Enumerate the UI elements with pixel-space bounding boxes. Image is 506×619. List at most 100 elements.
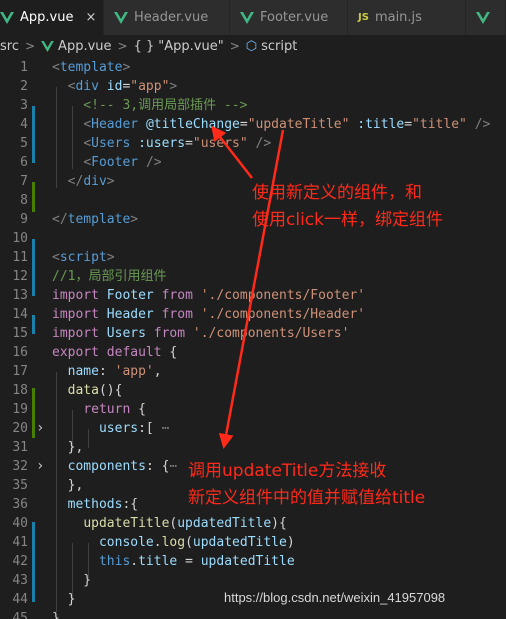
- code-text: <template>: [52, 60, 131, 75]
- code-text: export default {: [52, 345, 178, 360]
- code-text: return {: [83, 402, 146, 417]
- code-line[interactable]: 5 <Users :users="users" />: [0, 134, 506, 153]
- line-number: 14: [12, 307, 28, 322]
- code-text: },: [52, 478, 84, 493]
- vue-icon: [114, 11, 128, 24]
- line-number: 10: [12, 231, 28, 246]
- line-number: 15: [12, 326, 28, 341]
- code-line[interactable]: 14 import Header from './components/Head…: [0, 305, 506, 324]
- line-number: 42: [12, 554, 28, 569]
- line-number: 11: [12, 250, 28, 265]
- vue-icon: [240, 11, 254, 24]
- code-text: <Footer />: [83, 155, 162, 170]
- watermark: https://blog.csdn.net/weixin_41957098: [224, 590, 446, 605]
- code-text: }: [52, 592, 76, 607]
- code-line[interactable]: 18 data(){: [0, 381, 506, 400]
- code-line[interactable]: 20 › users:[ ⋯: [0, 419, 506, 438]
- code-text: name: 'app',: [67, 364, 162, 379]
- code-line[interactable]: 12 //1，局部引用组件: [0, 267, 506, 286]
- line-number: 18: [12, 383, 28, 398]
- code-line[interactable]: 42 this.title = updatedTitle: [0, 552, 506, 571]
- tab-footer-vue[interactable]: Footer.vue: [230, 0, 348, 35]
- line-number: 43: [12, 573, 28, 588]
- line-number: 32: [12, 459, 28, 474]
- code-text: }: [52, 573, 92, 588]
- object-braces-icon: { }: [133, 38, 155, 54]
- code-comment: //1，局部引用组件: [52, 269, 167, 284]
- vue-icon: [476, 11, 490, 24]
- line-number: 40: [12, 516, 28, 531]
- line-number: 9: [20, 212, 28, 227]
- code-text: </div>: [67, 174, 115, 189]
- line-number: 4: [20, 117, 28, 132]
- breadcrumb: src > App.vue > { } "App.vue" > ⬡ script: [0, 35, 506, 57]
- line-number: 44: [12, 592, 28, 607]
- code-line[interactable]: 45 }: [0, 609, 506, 619]
- line-number: 19: [12, 402, 28, 417]
- tab-overflow[interactable]: [466, 0, 506, 35]
- tab-label: Footer.vue: [260, 10, 329, 25]
- code-text: <div id="app">: [67, 79, 178, 94]
- code-line[interactable]: 40 updateTitle(updatedTitle){: [0, 514, 506, 533]
- code-line[interactable]: 1 <template>: [0, 58, 506, 77]
- breadcrumb-separator: >: [117, 39, 128, 53]
- code-line[interactable]: 2 <div id="app">: [0, 77, 506, 96]
- code-text: }: [52, 611, 60, 619]
- code-line[interactable]: 17 name: 'app',: [0, 362, 506, 381]
- line-number: 5: [20, 136, 28, 151]
- tab-label: App.vue: [20, 10, 74, 25]
- line-number: 20: [12, 421, 28, 436]
- annotation-note-1-line-2: 使用click一样，绑定组件: [252, 210, 443, 230]
- cube-icon: ⬡: [245, 38, 258, 54]
- code-text: import Footer from './components/Footer': [52, 288, 366, 303]
- chevron-right-icon[interactable]: ›: [36, 419, 46, 438]
- code-line[interactable]: 6 <Footer />: [0, 153, 506, 172]
- code-line[interactable]: 4 <Header @titleChange="updateTitle" :ti…: [0, 115, 506, 134]
- code-line[interactable]: 16 export default {: [0, 343, 506, 362]
- code-text: <script>: [52, 250, 115, 265]
- code-text: },: [52, 440, 84, 455]
- close-tab-icon[interactable]: ×: [85, 10, 96, 25]
- line-number: 45: [12, 611, 28, 619]
- breadcrumb-src[interactable]: src: [0, 39, 19, 54]
- line-number: 7: [20, 174, 28, 189]
- line-number: 31: [12, 440, 28, 455]
- line-number: 13: [12, 288, 28, 303]
- vue-icon: [0, 11, 14, 24]
- code-line[interactable]: 11 <script>: [0, 248, 506, 267]
- code-line[interactable]: 43 }: [0, 571, 506, 590]
- breadcrumb-symbol[interactable]: "App.vue": [158, 39, 223, 54]
- breadcrumb-separator: >: [24, 39, 36, 53]
- breadcrumb-section[interactable]: script: [261, 39, 297, 54]
- line-number: 41: [12, 535, 28, 550]
- chevron-right-icon[interactable]: ›: [36, 457, 46, 476]
- breadcrumb-separator: >: [229, 39, 240, 53]
- code-text: <Users :users="users" />: [83, 136, 272, 151]
- code-line[interactable]: 3 <!-- 3,调用局部插件 -->: [0, 96, 506, 115]
- code-line[interactable]: 19 return {: [0, 400, 506, 419]
- tab-header-vue[interactable]: Header.vue: [104, 0, 230, 35]
- code-text: users:[ ⋯: [98, 421, 170, 436]
- line-number: 1: [20, 60, 28, 75]
- code-text: </template>: [52, 212, 139, 227]
- code-text: console.log(updatedTitle): [98, 535, 295, 550]
- line-number: 16: [12, 345, 28, 360]
- code-editor[interactable]: 1 <template> 2 <div id="app"> 3 <!-- 3,调…: [0, 57, 506, 619]
- code-line[interactable]: 31 },: [0, 438, 506, 457]
- code-line[interactable]: 15 import Users from './components/Users…: [0, 324, 506, 343]
- tab-label: main.js: [374, 10, 422, 25]
- line-number: 6: [20, 155, 28, 170]
- code-text: import Users from './components/Users': [52, 326, 350, 341]
- breadcrumb-file[interactable]: App.vue: [58, 39, 111, 54]
- code-text: components: {⋯: [67, 459, 178, 474]
- line-number: 8: [20, 193, 28, 208]
- code-line[interactable]: 41 console.log(updatedTitle): [0, 533, 506, 552]
- tab-label: Header.vue: [134, 10, 209, 25]
- code-text: this.title = updatedTitle: [98, 554, 295, 569]
- js-icon: JS: [358, 12, 369, 23]
- line-number: 17: [12, 364, 28, 379]
- tab-app-vue[interactable]: App.vue ×: [0, 0, 104, 35]
- line-number: 35: [12, 478, 28, 493]
- tab-main-js[interactable]: JS main.js: [348, 0, 466, 35]
- code-line[interactable]: 13 import Footer from './components/Foot…: [0, 286, 506, 305]
